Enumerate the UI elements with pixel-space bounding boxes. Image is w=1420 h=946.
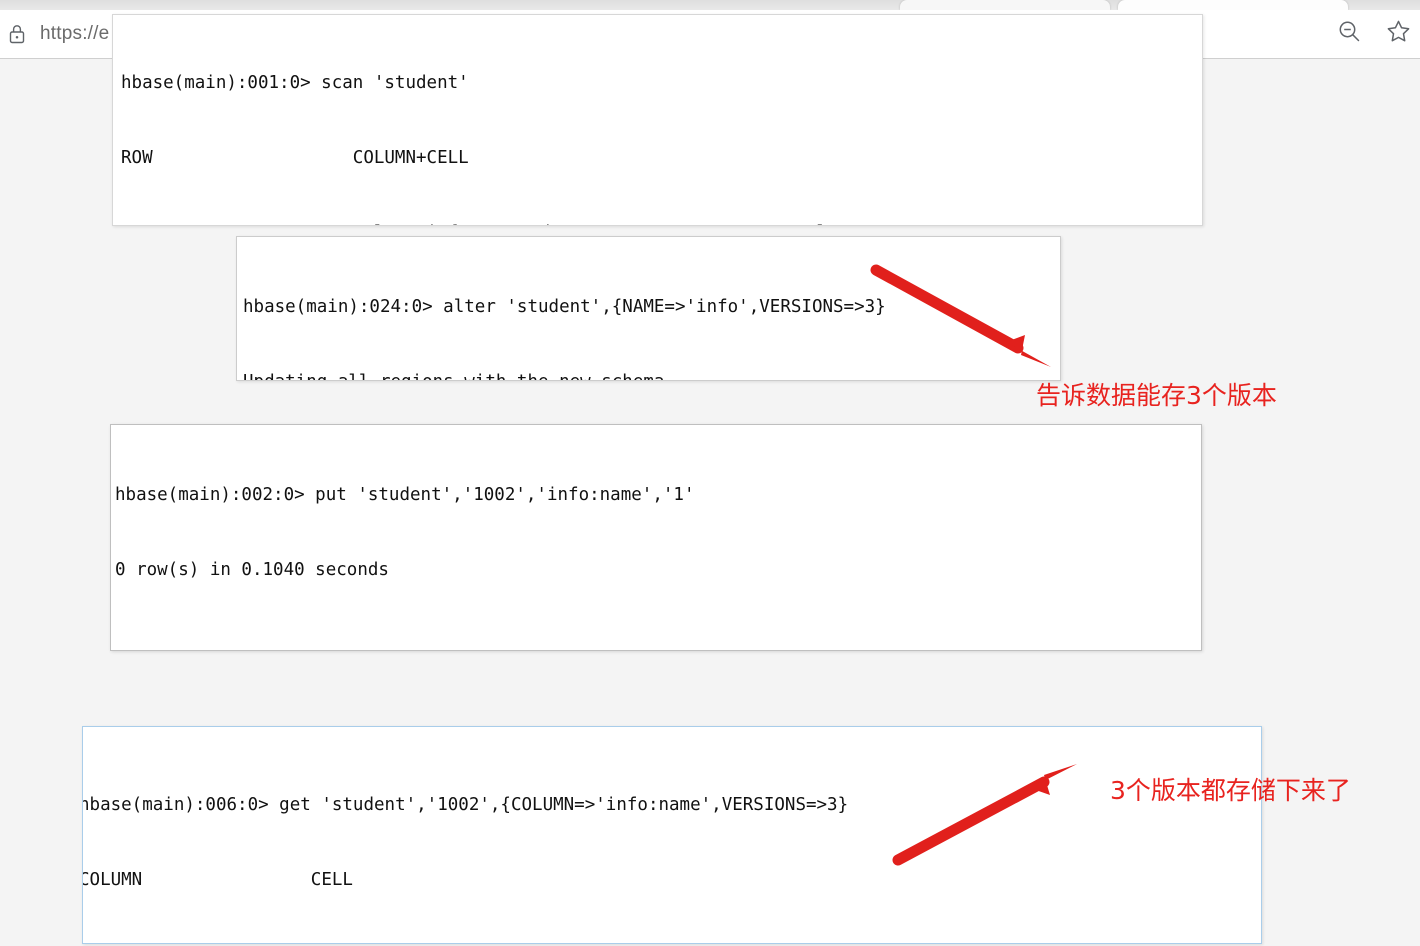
terminal-line: info:name timestamp=1623204636192, value… bbox=[82, 943, 1261, 944]
terminal-line: 1001 column=info:age, timestamp=16232042… bbox=[121, 221, 1202, 225]
browser-tab-2[interactable] bbox=[1118, 0, 1348, 10]
omnibox-right-actions bbox=[1336, 10, 1412, 57]
terminal-line: hbase(main):001:0> scan 'student' bbox=[121, 73, 469, 93]
padlock-icon[interactable] bbox=[4, 22, 30, 46]
zoom-out-icon[interactable] bbox=[1336, 18, 1363, 50]
terminal-line: ROW COLUMN+CELL bbox=[121, 148, 469, 168]
browser-tab-1[interactable] bbox=[900, 0, 1110, 10]
annotation-stored-note: 3个版本都存储下来了 bbox=[1110, 776, 1351, 805]
arrow-down-right-icon bbox=[870, 264, 1051, 367]
annotation-versions-note: 告诉数据能存3个版本 bbox=[1036, 381, 1277, 410]
terminal-line: 0 row(s) in 0.1040 seconds bbox=[115, 560, 389, 580]
arrow-up-right-icon bbox=[892, 764, 1077, 866]
star-bookmark-icon[interactable] bbox=[1385, 18, 1412, 50]
terminal-line: COLUMN CELL bbox=[82, 870, 353, 890]
terminal-line: hbase(main):002:0> put 'student','1002',… bbox=[115, 485, 695, 505]
browser-tabstrip bbox=[0, 0, 1420, 10]
hbase-put-output-panel: hbase(main):002:0> put 'student','1002',… bbox=[110, 424, 1202, 651]
address-bar-url[interactable]: https://e bbox=[40, 23, 109, 45]
hbase-scan-output-panel: hbase(main):001:0> scan 'student' ROW CO… bbox=[112, 14, 1203, 226]
